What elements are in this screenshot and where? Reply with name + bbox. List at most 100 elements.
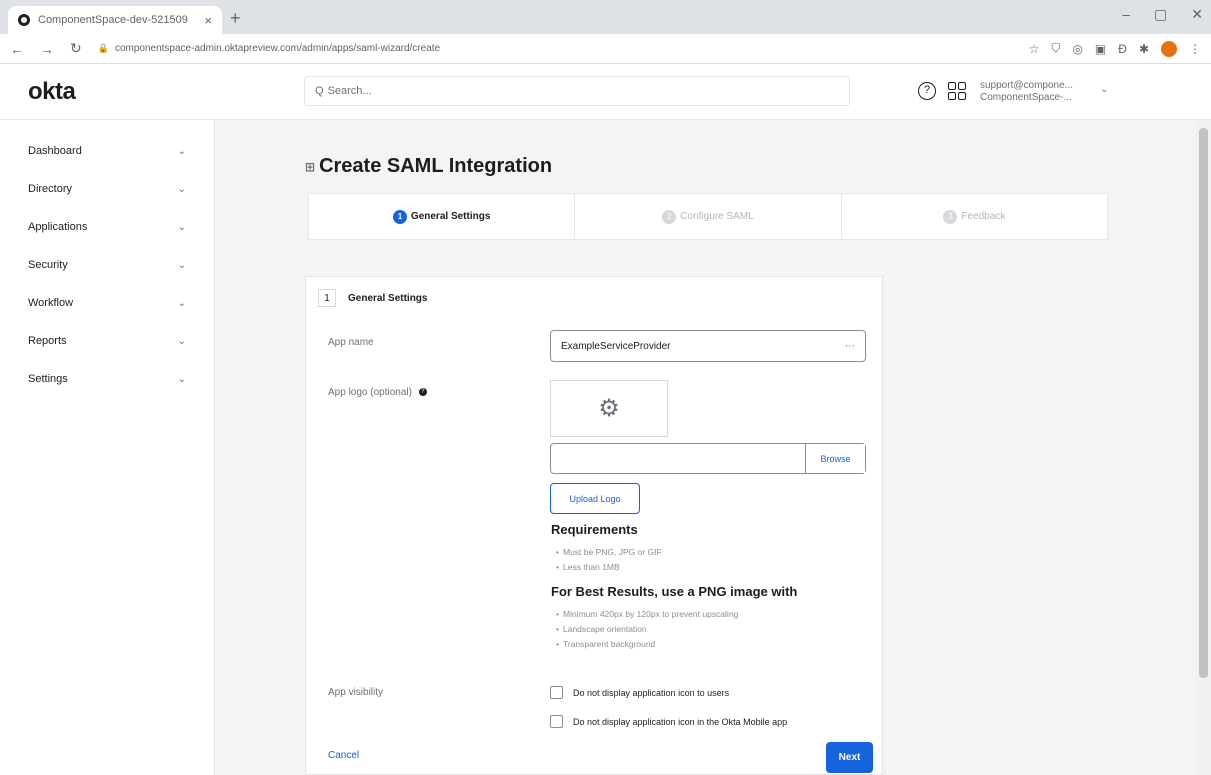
chevron-down-icon: ⌄ — [177, 145, 186, 157]
search-input[interactable]: Q Search... — [304, 76, 850, 106]
sidebar-item-label: Reports — [28, 335, 67, 347]
circle-extension-icon[interactable]: ◎ — [1072, 42, 1082, 56]
list-item: Transparent background — [556, 637, 738, 652]
sidebar-item-directory[interactable]: Directory ⌄ — [0, 170, 214, 208]
list-item: Less than 1MB — [556, 560, 662, 575]
page-title: ⊞ Create SAML Integration — [305, 155, 552, 178]
star-icon[interactable]: ☆ — [1029, 42, 1040, 56]
cancel-button[interactable]: Cancel — [328, 750, 359, 761]
best-results-heading: For Best Results, use a PNG image with — [551, 584, 798, 599]
checkbox[interactable] — [550, 715, 563, 728]
list-item: Must be PNG, JPG or GIF — [556, 545, 662, 560]
profile-avatar[interactable] — [1161, 40, 1177, 57]
page-scrollbar[interactable] — [1196, 120, 1211, 775]
sidebar-item-dashboard[interactable]: Dashboard ⌄ — [0, 132, 214, 170]
section-header: 1 General Settings — [318, 289, 427, 307]
browse-button[interactable]: Browse — [805, 444, 865, 473]
sidebar-item-settings[interactable]: Settings ⌄ — [0, 360, 214, 398]
browser-menu-icon[interactable]: ⋮ — [1189, 42, 1201, 56]
step-general-settings: 1 General Settings — [309, 194, 576, 239]
requirements-heading: Requirements — [551, 522, 638, 537]
requirements-list: Must be PNG, JPG or GIF Less than 1MB — [556, 545, 662, 575]
step-label: General Settings — [410, 211, 491, 222]
browser-tabstrip: ComponentSpace-dev-521509 × + – ▢ ✕ — [0, 0, 1211, 34]
sidebar-item-label: Security — [28, 259, 68, 271]
next-button[interactable]: Next — [826, 742, 873, 773]
maximize-icon[interactable]: ▢ — [1154, 6, 1167, 23]
chevron-down-icon: ⌄ — [177, 373, 186, 385]
chevron-down-icon: ⌄ — [177, 335, 186, 347]
help-icon[interactable]: ? — [918, 82, 936, 100]
gear-icon: ⚙ — [598, 395, 620, 422]
step-configure-saml: 2 Configure SAML — [575, 194, 842, 239]
close-window-icon[interactable]: ✕ — [1191, 6, 1203, 23]
apps-grid-icon[interactable] — [948, 82, 966, 100]
tab-close-icon[interactable]: × — [204, 13, 212, 28]
sidebar-item-label: Dashboard — [28, 145, 82, 157]
file-path-field[interactable] — [551, 444, 805, 473]
step-number: 3 — [943, 209, 958, 224]
checkbox-label: Do not display application icon in the O… — [573, 716, 788, 727]
window-controls: – ▢ ✕ — [1122, 6, 1203, 23]
extension-icons: ☆ ⛉ ◎ ▣ Ð ✱ ⋮ — [1029, 40, 1201, 57]
logo-preview: ⚙ — [550, 380, 668, 437]
back-icon[interactable]: ← — [10, 41, 24, 57]
app-name-field[interactable]: ExampleServiceProvider ⋯ — [550, 330, 866, 362]
section-number: 1 — [318, 289, 336, 307]
sidebar-item-label: Applications — [28, 221, 88, 233]
sidebar-item-workflow[interactable]: Workflow ⌄ — [0, 284, 214, 322]
checkbox[interactable] — [550, 686, 563, 699]
hide-icon-mobile-option[interactable]: Do not display application icon in the O… — [550, 715, 787, 728]
chevron-down-icon[interactable]: ⌄ — [1100, 84, 1108, 95]
scrollbar-thumb[interactable] — [1199, 128, 1208, 678]
lock-icon: 🔒 — [97, 43, 109, 53]
sidebar-item-applications[interactable]: Applications ⌄ — [0, 208, 214, 246]
section-title: General Settings — [348, 292, 428, 304]
general-settings-card: 1 General Settings App name ExampleServi… — [305, 276, 883, 775]
okta-favicon-icon — [18, 14, 30, 26]
search-icon: Q — [315, 85, 324, 97]
upload-logo-button[interactable]: Upload Logo — [550, 483, 640, 514]
step-number: 1 — [392, 209, 407, 224]
best-results-list: Minimum 420px by 120px to prevent upscal… — [556, 607, 738, 652]
sidebar: Dashboard ⌄ Directory ⌄ Applications ⌄ Secu… — [0, 120, 215, 775]
logo-file-input[interactable]: Browse — [550, 443, 866, 474]
sidebar-item-label: Workflow — [28, 297, 74, 309]
browser-toolbar: ← → ↻ 🔒 componentspace-admin.oktapreview… — [0, 34, 1211, 64]
sidebar-item-security[interactable]: Security ⌄ — [0, 246, 214, 284]
minimize-icon[interactable]: – — [1122, 6, 1130, 23]
app-name-label: App name — [328, 337, 374, 348]
okta-header: okta Q Search... ? support@compone... Co… — [0, 64, 1211, 120]
square-extension-icon[interactable]: ▣ — [1095, 42, 1106, 56]
reload-icon[interactable]: ↻ — [70, 40, 82, 57]
app-logo-label: App logo (optional) — [328, 387, 412, 398]
shield-extension-icon[interactable]: ⛉ — [1051, 41, 1060, 56]
browser-tab[interactable]: ComponentSpace-dev-521509 × — [8, 6, 222, 34]
step-feedback: 3 Feedback — [842, 194, 1107, 239]
help-icon[interactable]: ? — [418, 388, 427, 397]
url-text: componentspace-admin.oktapreview.com/adm… — [114, 43, 441, 54]
step-label: Configure SAML — [680, 211, 754, 222]
step-label: Feedback — [961, 211, 1006, 222]
app-visibility-label: App visibility — [328, 687, 384, 698]
app-logo-label-row: App logo (optional) ? — [328, 387, 427, 398]
app-name-value: ExampleServiceProvider — [561, 340, 671, 352]
list-item: Landscape orientation — [556, 622, 738, 637]
hide-icon-users-option[interactable]: Do not display application icon to users — [550, 686, 729, 699]
puzzle-extension-icon[interactable]: ✱ — [1139, 42, 1149, 56]
address-bar[interactable]: 🔒 componentspace-admin.oktapreview.com/a… — [98, 38, 1029, 60]
d-extension-icon[interactable]: Ð — [1118, 42, 1127, 56]
sidebar-item-label: Directory — [28, 183, 73, 195]
tab-title: ComponentSpace-dev-521509 — [38, 14, 188, 26]
forward-icon[interactable]: → — [40, 41, 54, 57]
new-tab-button[interactable]: + — [230, 8, 241, 29]
search-placeholder: Search... — [327, 85, 372, 97]
chevron-down-icon: ⌄ — [177, 183, 186, 195]
okta-logo[interactable]: okta — [28, 78, 76, 106]
autofill-icon[interactable]: ⋯ — [845, 341, 855, 352]
sidebar-item-label: Settings — [28, 373, 68, 385]
user-menu[interactable]: support@compone... ComponentSpace-... — [980, 80, 1073, 104]
step-number: 2 — [662, 209, 677, 224]
chevron-down-icon: ⌄ — [177, 259, 186, 271]
sidebar-item-reports[interactable]: Reports ⌄ — [0, 322, 214, 360]
